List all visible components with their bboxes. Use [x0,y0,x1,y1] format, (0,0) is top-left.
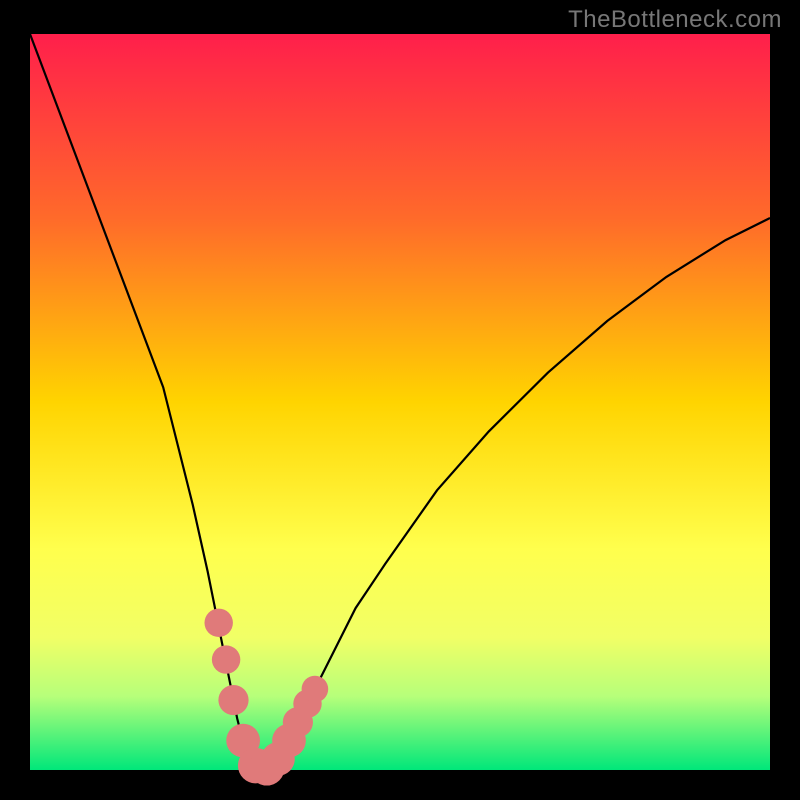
marker-dot [302,676,329,703]
marker-dot [212,645,240,673]
plot-background [30,34,770,770]
watermark-text: TheBottleneck.com [568,6,782,34]
marker-dot [218,685,248,715]
marker-dot [204,609,232,637]
chart-container: TheBottleneck.com [0,0,800,800]
bottleneck-chart [0,0,800,800]
